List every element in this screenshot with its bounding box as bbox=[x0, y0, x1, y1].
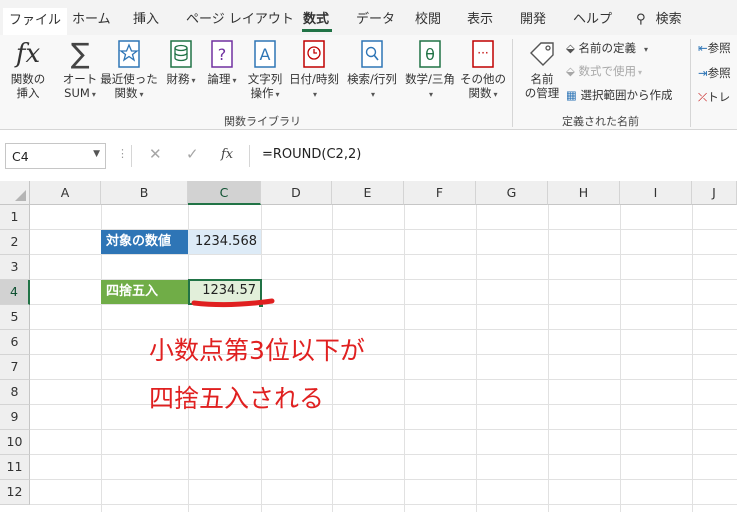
formula-bar: C4 ▼ ⋮ ✕ ✓ fx =ROUND(C2,2) bbox=[0, 140, 737, 172]
tag-icon: ⬙ bbox=[566, 41, 575, 55]
trace-dependents-button[interactable]: ⇥参照 bbox=[698, 65, 731, 81]
column-header-j[interactable]: J bbox=[692, 181, 737, 205]
row-header-12[interactable]: 12 bbox=[0, 480, 30, 505]
row-header-1[interactable]: 1 bbox=[0, 205, 30, 230]
row-header-9[interactable]: 9 bbox=[0, 405, 30, 430]
tab-formulas[interactable]: 数式 bbox=[303, 8, 329, 27]
tab-insert[interactable]: 挿入 bbox=[133, 8, 159, 27]
worksheet-grid: A B C D E F G H I J 1 2 3 4 5 6 7 8 9 10… bbox=[0, 181, 737, 512]
column-header-i[interactable]: I bbox=[620, 181, 692, 205]
ribbon: fx 関数の 挿入 ∑ オート SUM ▾ 最近使った 関数 ▾ 財務 ▾ ? 論理 ▾ bbox=[0, 35, 737, 130]
theta-book-icon: θ bbox=[419, 40, 441, 68]
row-header-5[interactable]: 5 bbox=[0, 305, 30, 330]
tab-home[interactable]: ホーム bbox=[72, 8, 111, 27]
red-underline-highlight bbox=[191, 298, 275, 308]
column-header-c[interactable]: C bbox=[188, 181, 261, 205]
define-name-button[interactable]: ⬙ 名前の定義 ▾ bbox=[566, 40, 648, 56]
question-book-icon: ? bbox=[211, 40, 233, 68]
column-header-d[interactable]: D bbox=[261, 181, 332, 205]
text-a-icon: A bbox=[254, 40, 276, 68]
tab-page-layout[interactable]: ページ レイアウト bbox=[186, 8, 294, 27]
datetime-button[interactable]: 日付/時刻 ▾ bbox=[286, 39, 342, 102]
cell-c2[interactable]: 1234.568 bbox=[188, 230, 261, 254]
tab-view[interactable]: 表示 bbox=[467, 8, 493, 27]
create-from-selection-button[interactable]: ▦ 選択範囲から作成 bbox=[566, 87, 673, 103]
trace-precedents-icon: ⇤ bbox=[698, 41, 708, 55]
logical-button[interactable]: ? 論理 ▾ bbox=[204, 39, 240, 88]
recently-used-button[interactable]: 最近使った 関数 ▾ bbox=[100, 39, 158, 102]
text-functions-button[interactable]: A 文字列 操作 ▾ bbox=[244, 39, 286, 102]
more-book-icon: ··· bbox=[472, 40, 494, 68]
math-trig-button[interactable]: θ 数学/三角 ▾ bbox=[402, 39, 458, 102]
row-header-10[interactable]: 10 bbox=[0, 430, 30, 455]
column-header-g[interactable]: G bbox=[476, 181, 548, 205]
annotation-line-2: 四捨五入される bbox=[149, 384, 325, 413]
sigma-icon: ∑ bbox=[70, 37, 90, 70]
svg-text:A: A bbox=[260, 45, 271, 64]
column-header-a[interactable]: A bbox=[30, 181, 101, 205]
row-header-6[interactable]: 6 bbox=[0, 330, 30, 355]
group-label-defined-names: 定義された名前 bbox=[562, 115, 639, 128]
grip-dots-icon[interactable]: ⋮ bbox=[117, 147, 128, 160]
chevron-down-icon[interactable]: ▼ bbox=[93, 149, 100, 159]
column-header-e[interactable]: E bbox=[332, 181, 404, 205]
name-box[interactable]: C4 ▼ bbox=[5, 143, 106, 169]
autosum-button[interactable]: ∑ オート SUM ▾ bbox=[58, 39, 102, 102]
tab-help[interactable]: ヘルプ bbox=[573, 8, 612, 27]
formula-tag-icon: ⬙ bbox=[566, 64, 575, 78]
row-header-11[interactable]: 11 bbox=[0, 455, 30, 480]
magnifier-book-icon bbox=[361, 40, 383, 68]
group-label-function-library: 関数ライブラリ bbox=[224, 115, 301, 128]
name-tag-icon bbox=[530, 42, 554, 66]
remove-arrows-button[interactable]: ⤫トレ bbox=[698, 89, 730, 105]
svg-text:···: ··· bbox=[477, 46, 488, 60]
coins-icon bbox=[170, 40, 192, 68]
lookup-reference-button[interactable]: 検索/行列 ▾ bbox=[344, 39, 400, 102]
tab-review[interactable]: 校閲 bbox=[415, 8, 441, 27]
svg-text:θ: θ bbox=[425, 45, 435, 64]
active-tab-underline bbox=[302, 29, 332, 32]
fx-icon: fx bbox=[15, 39, 41, 69]
row-header-7[interactable]: 7 bbox=[0, 355, 30, 380]
clock-book-icon bbox=[303, 40, 325, 68]
grid-select-icon: ▦ bbox=[566, 88, 577, 102]
use-in-formula-button[interactable]: ⬙ 数式で使用 ▾ bbox=[566, 63, 642, 79]
annotation-line-1: 小数点第3位以下が bbox=[149, 336, 365, 365]
trace-precedents-button[interactable]: ⇤参照 bbox=[698, 40, 731, 56]
column-header-f[interactable]: F bbox=[404, 181, 476, 205]
row-header-4[interactable]: 4 bbox=[0, 280, 30, 305]
search-icon: ⚲ bbox=[636, 12, 646, 27]
svg-text:?: ? bbox=[218, 45, 227, 64]
insert-function-fx-icon[interactable]: fx bbox=[221, 147, 233, 162]
column-header-b[interactable]: B bbox=[101, 181, 188, 205]
star-book-icon bbox=[118, 40, 140, 68]
more-functions-button[interactable]: ··· その他の 関数 ▾ bbox=[460, 39, 506, 102]
remove-arrows-icon: ⤫ bbox=[698, 90, 708, 104]
select-all-button[interactable] bbox=[0, 181, 30, 205]
ribbon-tab-bar: ファイル ホーム 挿入 ページ レイアウト 数式 データ 校閲 表示 開発 ヘル… bbox=[0, 0, 737, 35]
name-manager-button[interactable]: 名前 の管理 bbox=[520, 39, 564, 100]
row-header-3[interactable]: 3 bbox=[0, 255, 30, 280]
search-label: 検索 bbox=[655, 12, 682, 27]
column-header-h[interactable]: H bbox=[548, 181, 620, 205]
group-separator bbox=[690, 39, 691, 127]
financial-button[interactable]: 財務 ▾ bbox=[162, 39, 200, 88]
cancel-icon[interactable]: ✕ bbox=[149, 145, 162, 163]
cell-b4[interactable]: 四捨五入 bbox=[101, 280, 188, 304]
formula-input[interactable]: =ROUND(C2,2) bbox=[262, 147, 361, 162]
tell-me-search[interactable]: ⚲ 検索 bbox=[636, 8, 682, 27]
row-header-2[interactable]: 2 bbox=[0, 230, 30, 255]
enter-icon[interactable]: ✓ bbox=[186, 145, 199, 163]
tab-developer[interactable]: 開発 bbox=[520, 8, 546, 27]
tab-data[interactable]: データ bbox=[356, 8, 395, 27]
insert-function-button[interactable]: fx 関数の 挿入 bbox=[6, 39, 50, 100]
cell-b2[interactable]: 対象の数値 bbox=[101, 230, 188, 254]
group-separator bbox=[512, 39, 513, 127]
trace-dependents-icon: ⇥ bbox=[698, 66, 708, 80]
tab-file[interactable]: ファイル bbox=[3, 8, 68, 35]
row-header-8[interactable]: 8 bbox=[0, 380, 30, 405]
